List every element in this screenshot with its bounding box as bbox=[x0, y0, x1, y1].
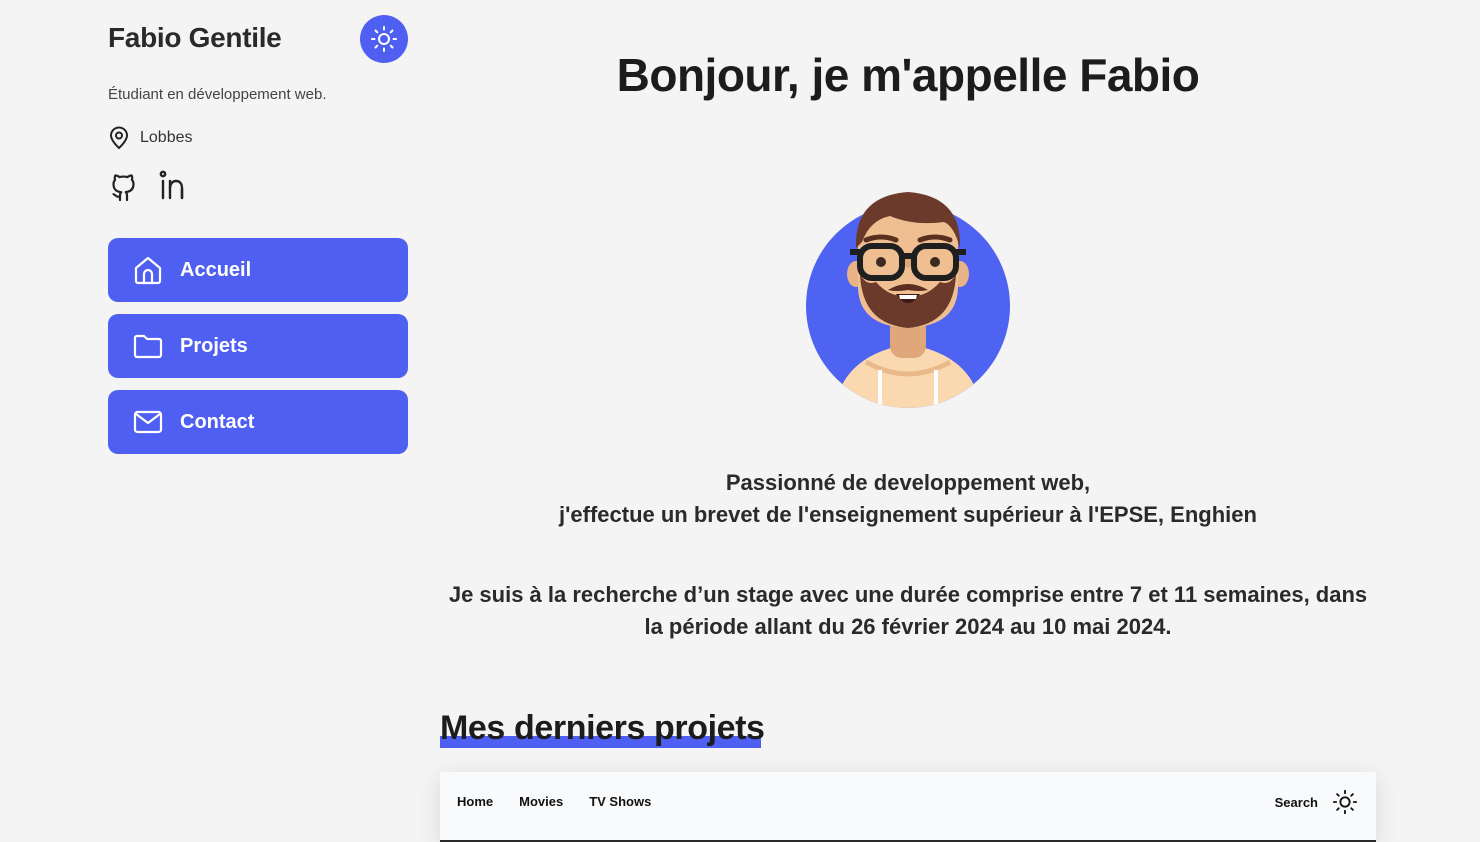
intro-line-2: j'effectue un brevet de l'enseignement s… bbox=[559, 502, 1257, 527]
nav-contact-label: Contact bbox=[180, 410, 255, 433]
nav-projects-label: Projets bbox=[180, 334, 248, 357]
project-preview-card[interactable]: Home Movies TV Shows Search bbox=[440, 772, 1376, 842]
main-nav: Accueil Projets Contact bbox=[108, 238, 408, 454]
profile-name: Fabio Gentile bbox=[108, 22, 282, 53]
location: Lobbes bbox=[108, 126, 193, 150]
projects-title: Mes derniers projets bbox=[440, 709, 765, 747]
map-pin-icon bbox=[109, 126, 129, 150]
preview-nav: Home Movies TV Shows bbox=[457, 794, 651, 809]
social-links bbox=[108, 170, 190, 202]
sidebar: Fabio Gentile Étudiant en développement … bbox=[108, 0, 408, 454]
preview-link-tv-shows[interactable]: TV Shows bbox=[589, 794, 651, 809]
nav-home-label: Accueil bbox=[180, 258, 252, 281]
page: Fabio Gentile Étudiant en développement … bbox=[0, 0, 1480, 842]
avatar-illustration bbox=[806, 192, 1010, 408]
preview-sun-icon[interactable] bbox=[1332, 789, 1358, 815]
preview-search-link[interactable]: Search bbox=[1275, 795, 1318, 810]
nav-home-button[interactable]: Accueil bbox=[108, 238, 408, 302]
folder-icon bbox=[133, 334, 163, 359]
preview-link-home[interactable]: Home bbox=[457, 794, 493, 809]
sun-icon bbox=[371, 26, 397, 52]
theme-toggle-button[interactable] bbox=[360, 15, 408, 63]
greeting-heading: Bonjour, je m'appelle Fabio bbox=[616, 49, 1200, 101]
nav-contact-button[interactable]: Contact bbox=[108, 390, 408, 454]
profile-subtitle: Étudiant en développement web. bbox=[108, 86, 327, 103]
intro-text: Passionné de developpement web, j'effect… bbox=[440, 467, 1376, 531]
profile-header: Fabio Gentile bbox=[108, 0, 408, 80]
intro-line-1: Passionné de developpement web, bbox=[725, 470, 1091, 495]
github-icon bbox=[112, 174, 135, 202]
nav-projects-button[interactable]: Projets bbox=[108, 314, 408, 378]
preview-link-movies[interactable]: Movies bbox=[519, 794, 563, 809]
preview-actions: Search bbox=[1275, 789, 1358, 815]
location-label: Lobbes bbox=[140, 129, 193, 146]
home-icon bbox=[134, 256, 162, 285]
avatar bbox=[804, 186, 1012, 410]
linkedin-link[interactable] bbox=[158, 170, 190, 202]
internship-text: Je suis à la recherche d’un stage avec u… bbox=[448, 582, 1368, 639]
github-link[interactable] bbox=[108, 170, 140, 202]
mail-icon bbox=[133, 410, 163, 434]
linkedin-icon bbox=[159, 170, 184, 200]
